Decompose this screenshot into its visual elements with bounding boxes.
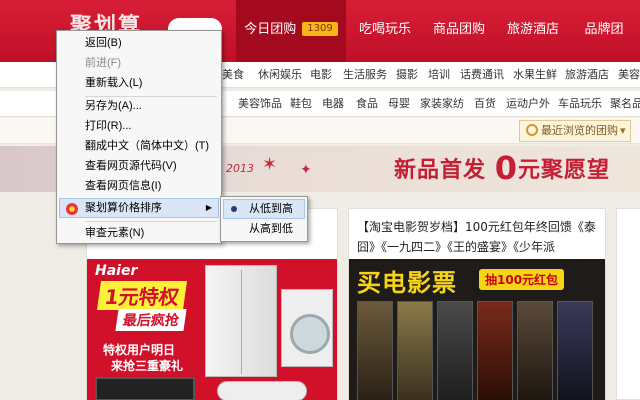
deal-image[interactable]: 买电影票 抽100元红包 [349,259,605,400]
category-link[interactable]: 美容 [618,62,640,88]
category-link[interactable]: 电影 [310,62,332,88]
promo-line: 特权用户明日 [103,343,176,357]
submenu-arrow-icon: ▶ [205,203,212,212]
context-menu: 返回(B) 前进(F) 重新载入(L) 另存为(A)... 打印(R)... 翻… [56,30,222,244]
category-link[interactable]: 家装家纺 [420,91,464,117]
recent-viewed-label: 最近浏览的团购 [541,124,618,137]
menu-item-back[interactable]: 返回(B) [59,33,219,53]
deal-card-movie[interactable]: 【淘宝电影贺岁档】100元红包年终回馈《泰囧》《一九四二》《王的盛宴》《少年派 … [348,208,606,400]
category-link[interactable]: 话费通讯 [460,62,504,88]
menu-item-save-as[interactable]: 另存为(A)... [59,96,219,116]
category-link[interactable]: 休闲娱乐 [258,62,302,88]
tv-image [95,377,195,400]
tab-food-fun[interactable]: 吃喝玩乐 [350,0,420,62]
banner-text-big: 0 [494,149,518,187]
menu-item-price-sort[interactable]: 聚划算价格排序 ▶ [59,198,219,218]
banner-year: 2013 [226,162,254,175]
category-link[interactable]: 鞋包 [290,91,312,117]
category-link[interactable]: 旅游酒店 [565,62,609,88]
movie-poster [437,301,473,400]
clock-icon [526,124,538,136]
menu-item-label: 聚划算价格排序 [85,202,162,214]
category-link[interactable]: 电器 [322,91,344,117]
tab-goods-deals[interactable]: 商品团购 [424,0,494,62]
price-sort-submenu: 从低到高 从高到低 [220,196,308,242]
flower-icon [66,203,78,215]
category-link[interactable]: 美食 [222,62,244,88]
category-link[interactable]: 培训 [428,62,450,88]
menu-item-view-source[interactable]: 查看网页源代码(V) [59,156,219,176]
deal-card-partial[interactable] [616,208,640,400]
washer-image [281,289,333,367]
promo-headline: 买电影票 [357,269,457,297]
category-link[interactable]: 车品玩乐 [558,91,602,117]
category-link[interactable]: 运动户外 [506,91,550,117]
menu-separator [85,221,217,222]
movie-poster [517,301,553,400]
menu-item-print[interactable]: 打印(R)... [59,116,219,136]
fridge-image [205,265,277,377]
movie-poster [477,301,513,400]
movie-poster [397,301,433,400]
deal-count-badge: 1309 [302,22,338,36]
promo-tag: 抽100元红包 [479,269,565,290]
tab-today-deals[interactable]: 今日团购 1309 [236,0,346,62]
star-decoration-icon: ✶ [262,154,278,175]
tab-label: 今日团购 [244,22,297,37]
movie-poster [557,301,593,400]
category-link[interactable]: 聚名品 [610,91,640,117]
banner-headline: 新品首发 0元聚愿望 [394,152,610,184]
star-decoration-icon: ✦ [300,162,312,178]
category-link[interactable]: 水果生鲜 [513,62,557,88]
submenu-item-label: 从低到高 [249,203,293,215]
category-link[interactable]: 摄影 [396,62,418,88]
radio-selected-icon [231,206,237,212]
movie-poster [357,301,393,400]
deal-title[interactable]: 【淘宝电影贺岁档】100元红包年终回馈《泰囧》《一九四二》《王的盛宴》《少年派 [357,217,599,257]
tab-brand-deals[interactable]: 品牌团 [574,0,634,62]
banner-text-a: 新品首发 [394,158,487,183]
promo-line: 来抢三重豪礼 [111,359,184,373]
category-link[interactable]: 美容饰品 [238,91,282,117]
menu-item-forward[interactable]: 前进(F) [59,53,219,73]
menu-item-reload[interactable]: 重新载入(L) [59,73,219,93]
category-link[interactable]: 母婴 [388,91,410,117]
category-link[interactable]: 生活服务 [343,62,387,88]
water-heater-image [217,381,307,400]
banner-text-b: 元聚愿望 [517,158,610,183]
submenu-item-high-to-low[interactable]: 从高到低 [223,219,305,239]
category-link[interactable]: 食品 [356,91,378,117]
brand-logo: Haier [95,263,138,279]
submenu-item-low-to-high[interactable]: 从低到高 [223,199,305,219]
menu-item-inspect[interactable]: 审查元素(N) [59,223,219,243]
menu-item-page-info[interactable]: 查看网页信息(I) [59,176,219,196]
promo-headline: 1元特权 [96,281,187,310]
chevron-down-icon: ▾ [620,124,626,137]
deal-image[interactable]: Haier 1元特权 最后疯抢 特权用户明日 来抢三重豪礼 [87,259,337,400]
category-link[interactable]: 百货 [474,91,496,117]
menu-item-translate[interactable]: 翻成中文（简体中文）(T) [59,136,219,156]
promo-subheadline: 最后疯抢 [115,309,187,331]
recent-viewed-button[interactable]: 最近浏览的团购 ▾ [519,120,631,142]
tab-travel-hotel[interactable]: 旅游酒店 [498,0,568,62]
